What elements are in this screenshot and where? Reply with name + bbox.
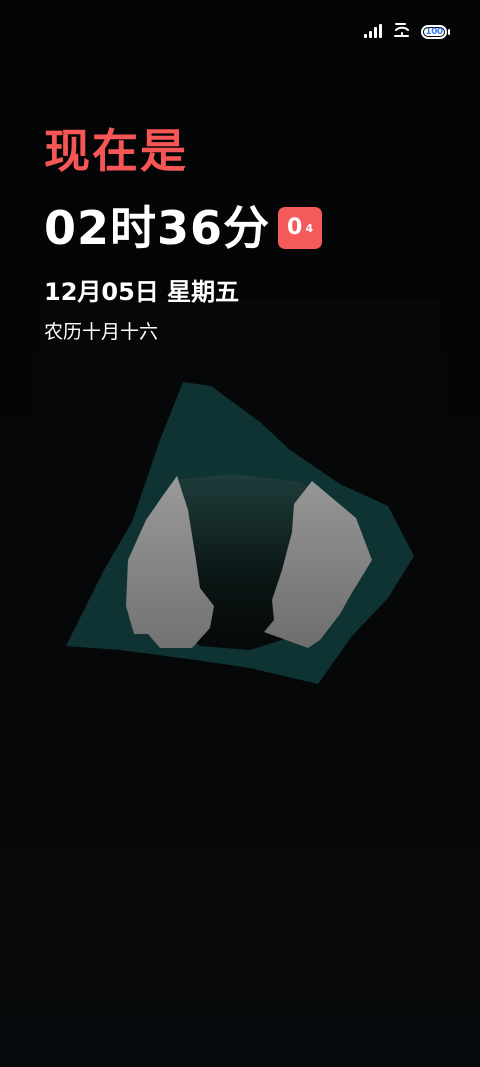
status-icons: 100 bbox=[363, 22, 450, 42]
seconds-small: 4 bbox=[305, 221, 314, 235]
greeting-label: 现在是 bbox=[44, 124, 188, 178]
battery-icon: 100 bbox=[421, 25, 450, 39]
artwork-panel bbox=[38, 300, 442, 768]
battery-body: 100 bbox=[421, 25, 447, 39]
time-display: 02时36分 bbox=[44, 201, 271, 255]
signal-icon bbox=[363, 23, 383, 42]
status-bar: 100 bbox=[0, 0, 480, 60]
lunar-date-display: 农历十月十六 bbox=[44, 321, 159, 343]
seconds-main: 0 bbox=[287, 215, 303, 240]
battery-tip bbox=[448, 29, 450, 35]
date-display: 12月05日 星期五 bbox=[44, 278, 240, 306]
seconds-badge: 0 4 bbox=[278, 207, 323, 249]
time-row: 02时36分 0 4 bbox=[44, 196, 323, 260]
wifi-icon bbox=[393, 22, 411, 42]
battery-level: 100 bbox=[425, 26, 443, 37]
